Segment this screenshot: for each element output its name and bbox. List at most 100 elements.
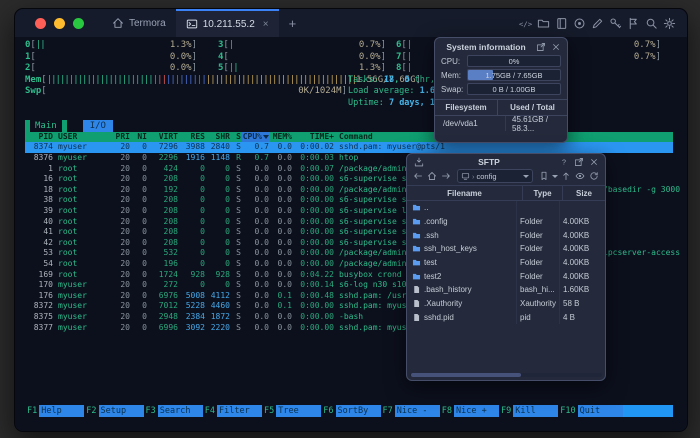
tab-ssh-session[interactable]: 10.211.55.2 ×: [175, 9, 279, 37]
column-header-time[interactable]: TIME+: [292, 132, 334, 143]
search-icon[interactable]: [644, 17, 659, 30]
code-icon[interactable]: </>: [518, 17, 533, 30]
key-icon[interactable]: [608, 17, 623, 30]
close-panel-icon[interactable]: [550, 41, 561, 52]
terminal-icon: [186, 18, 198, 30]
file-row-sshdpid[interactable]: sshd.pid pid 4 B: [407, 310, 605, 325]
file-name: test2: [424, 271, 442, 281]
home-folder-icon[interactable]: [426, 170, 438, 182]
folder-icon[interactable]: [536, 17, 551, 30]
fkey-label-filter[interactable]: Filter: [217, 405, 262, 417]
fkey-label-setup[interactable]: Setup: [98, 405, 144, 417]
column-header-res[interactable]: RES: [178, 132, 205, 143]
filesystem-column-header[interactable]: Filesystem: [435, 100, 498, 115]
zoom-window-button[interactable]: [73, 17, 84, 29]
minimize-window-button[interactable]: [54, 17, 65, 29]
help-icon[interactable]: ?: [558, 156, 569, 167]
used-total-column-header[interactable]: Used / Total: [498, 103, 567, 112]
fkey-label-quit[interactable]: Quit: [577, 405, 623, 417]
close-window-button[interactable]: [35, 17, 46, 29]
tab-termora-home[interactable]: Termora: [102, 9, 176, 37]
file-size: 4.00KB: [563, 217, 590, 227]
gauge-label: CPU:: [441, 56, 461, 66]
fkey-f8[interactable]: F8: [440, 405, 454, 417]
file-size: 4.00KB: [563, 258, 590, 268]
tab-close-icon[interactable]: ×: [263, 19, 269, 30]
refresh-icon[interactable]: [588, 170, 600, 182]
type-column-header[interactable]: Type: [523, 186, 563, 200]
pencil-icon[interactable]: [590, 17, 605, 30]
fkey-label-kill[interactable]: Kill: [513, 405, 559, 417]
file-size: 4.00KB: [563, 230, 590, 240]
process-row-8374[interactable]: 8374 myuser 20 0 7296 3988 2840 S 0.7 0.0 0:00.02 s…: [25, 142, 673, 153]
file-row-sshhostkeys[interactable]: ssh_host_keys Folder 4.00KB: [407, 242, 605, 256]
filename-column-header[interactable]: Filename: [407, 186, 523, 200]
file-row-ssh[interactable]: .ssh Folder 4.00KB: [407, 228, 605, 243]
filesystem-name: /dev/vda1: [435, 116, 506, 131]
column-header-s[interactable]: S: [230, 132, 241, 143]
fkey-f6[interactable]: F6: [321, 405, 335, 417]
forward-icon[interactable]: [440, 170, 452, 182]
flag-icon[interactable]: [626, 17, 641, 30]
detach-sftp-icon[interactable]: [573, 156, 584, 167]
record-icon[interactable]: [572, 17, 587, 30]
show-hidden-icon[interactable]: [574, 170, 586, 182]
file-row-test2[interactable]: test2 Folder 4.00KB: [407, 269, 605, 284]
fkey-f2[interactable]: F2: [84, 405, 98, 417]
column-header-ni[interactable]: NI: [130, 132, 147, 143]
sftp-horizontal-scrollbar[interactable]: [410, 373, 602, 377]
fkey-label-search[interactable]: Search: [157, 405, 203, 417]
filesystem-row[interactable]: /dev/vda1 45.61GB / 58.3...: [435, 115, 567, 133]
scrollbar-thumb[interactable]: [411, 373, 521, 377]
fkey-f1[interactable]: F1: [25, 405, 39, 417]
size-column-header[interactable]: Size: [563, 189, 605, 198]
htop-tab-io[interactable]: I/O: [82, 120, 113, 132]
toolbar-icons: </>: [518, 9, 687, 37]
fkey-label-sortby[interactable]: SortBy: [335, 405, 381, 417]
fkey-f3[interactable]: F3: [144, 405, 158, 417]
fkey-label-nice[interactable]: Nice -: [394, 405, 440, 417]
download-icon[interactable]: [413, 156, 424, 167]
column-header-shr[interactable]: SHR: [205, 132, 230, 143]
fkey-label-tree[interactable]: Tree: [276, 405, 322, 417]
column-header-pid[interactable]: PID: [25, 132, 53, 143]
column-header-virt[interactable]: VIRT: [147, 132, 178, 143]
file-size: 58 B: [563, 299, 580, 309]
upload-icon[interactable]: [560, 170, 572, 182]
tab-ssh-label: 10.211.55.2: [202, 18, 255, 30]
file-row-[interactable]: ..: [407, 201, 605, 215]
fkey-label-help[interactable]: Help: [39, 405, 85, 417]
fkey-f5[interactable]: F5: [262, 405, 276, 417]
app-window: Termora 10.211.55.2 × + </> 0[|| 1.3%] 1[0…: [14, 8, 688, 432]
htop-tab-main[interactable]: Main: [25, 120, 67, 132]
bookmark-icon[interactable]: [538, 170, 550, 182]
column-header-cpu[interactable]: CPU%: [241, 131, 269, 143]
swp-meter: Swp[0K/1024M]: [25, 86, 347, 96]
file-row-config[interactable]: .config Folder 4.00KB: [407, 214, 605, 229]
column-header-user[interactable]: USER: [53, 132, 108, 143]
root-icon: [461, 172, 470, 181]
fkey-f7[interactable]: F7: [381, 405, 395, 417]
fkey-f4[interactable]: F4: [203, 405, 217, 417]
bookmark-dropdown-icon[interactable]: [552, 174, 558, 178]
new-tab-button[interactable]: +: [279, 9, 307, 37]
folder-icon: [412, 231, 421, 240]
file-row-bashhistory[interactable]: .bash_history bash_hi... 1.60KB: [407, 283, 605, 297]
close-sftp-icon[interactable]: [588, 156, 599, 167]
path-breadcrumb[interactable]: › config: [457, 169, 533, 183]
file-type: bash_hi...: [517, 283, 560, 297]
column-header-pri[interactable]: PRI: [108, 132, 130, 143]
file-row-test[interactable]: test Folder 4.00KB: [407, 255, 605, 270]
svg-text:</>: </>: [519, 19, 532, 28]
column-header-mem[interactable]: MEM%: [269, 132, 292, 143]
gear-icon[interactable]: [662, 17, 677, 30]
notebook-icon[interactable]: [554, 17, 569, 30]
path-dropdown-icon[interactable]: [523, 174, 529, 178]
fkey-label-nice[interactable]: Nice +: [454, 405, 499, 417]
fkey-f10[interactable]: F10: [558, 405, 577, 417]
fkey-f9[interactable]: F9: [499, 405, 513, 417]
back-icon[interactable]: [412, 170, 424, 182]
cpu-meter-1: 1[0.0%]: [25, 51, 197, 62]
file-row-Xauthority[interactable]: .Xauthority Xauthority 58 B: [407, 296, 605, 311]
detach-panel-icon[interactable]: [535, 41, 546, 52]
